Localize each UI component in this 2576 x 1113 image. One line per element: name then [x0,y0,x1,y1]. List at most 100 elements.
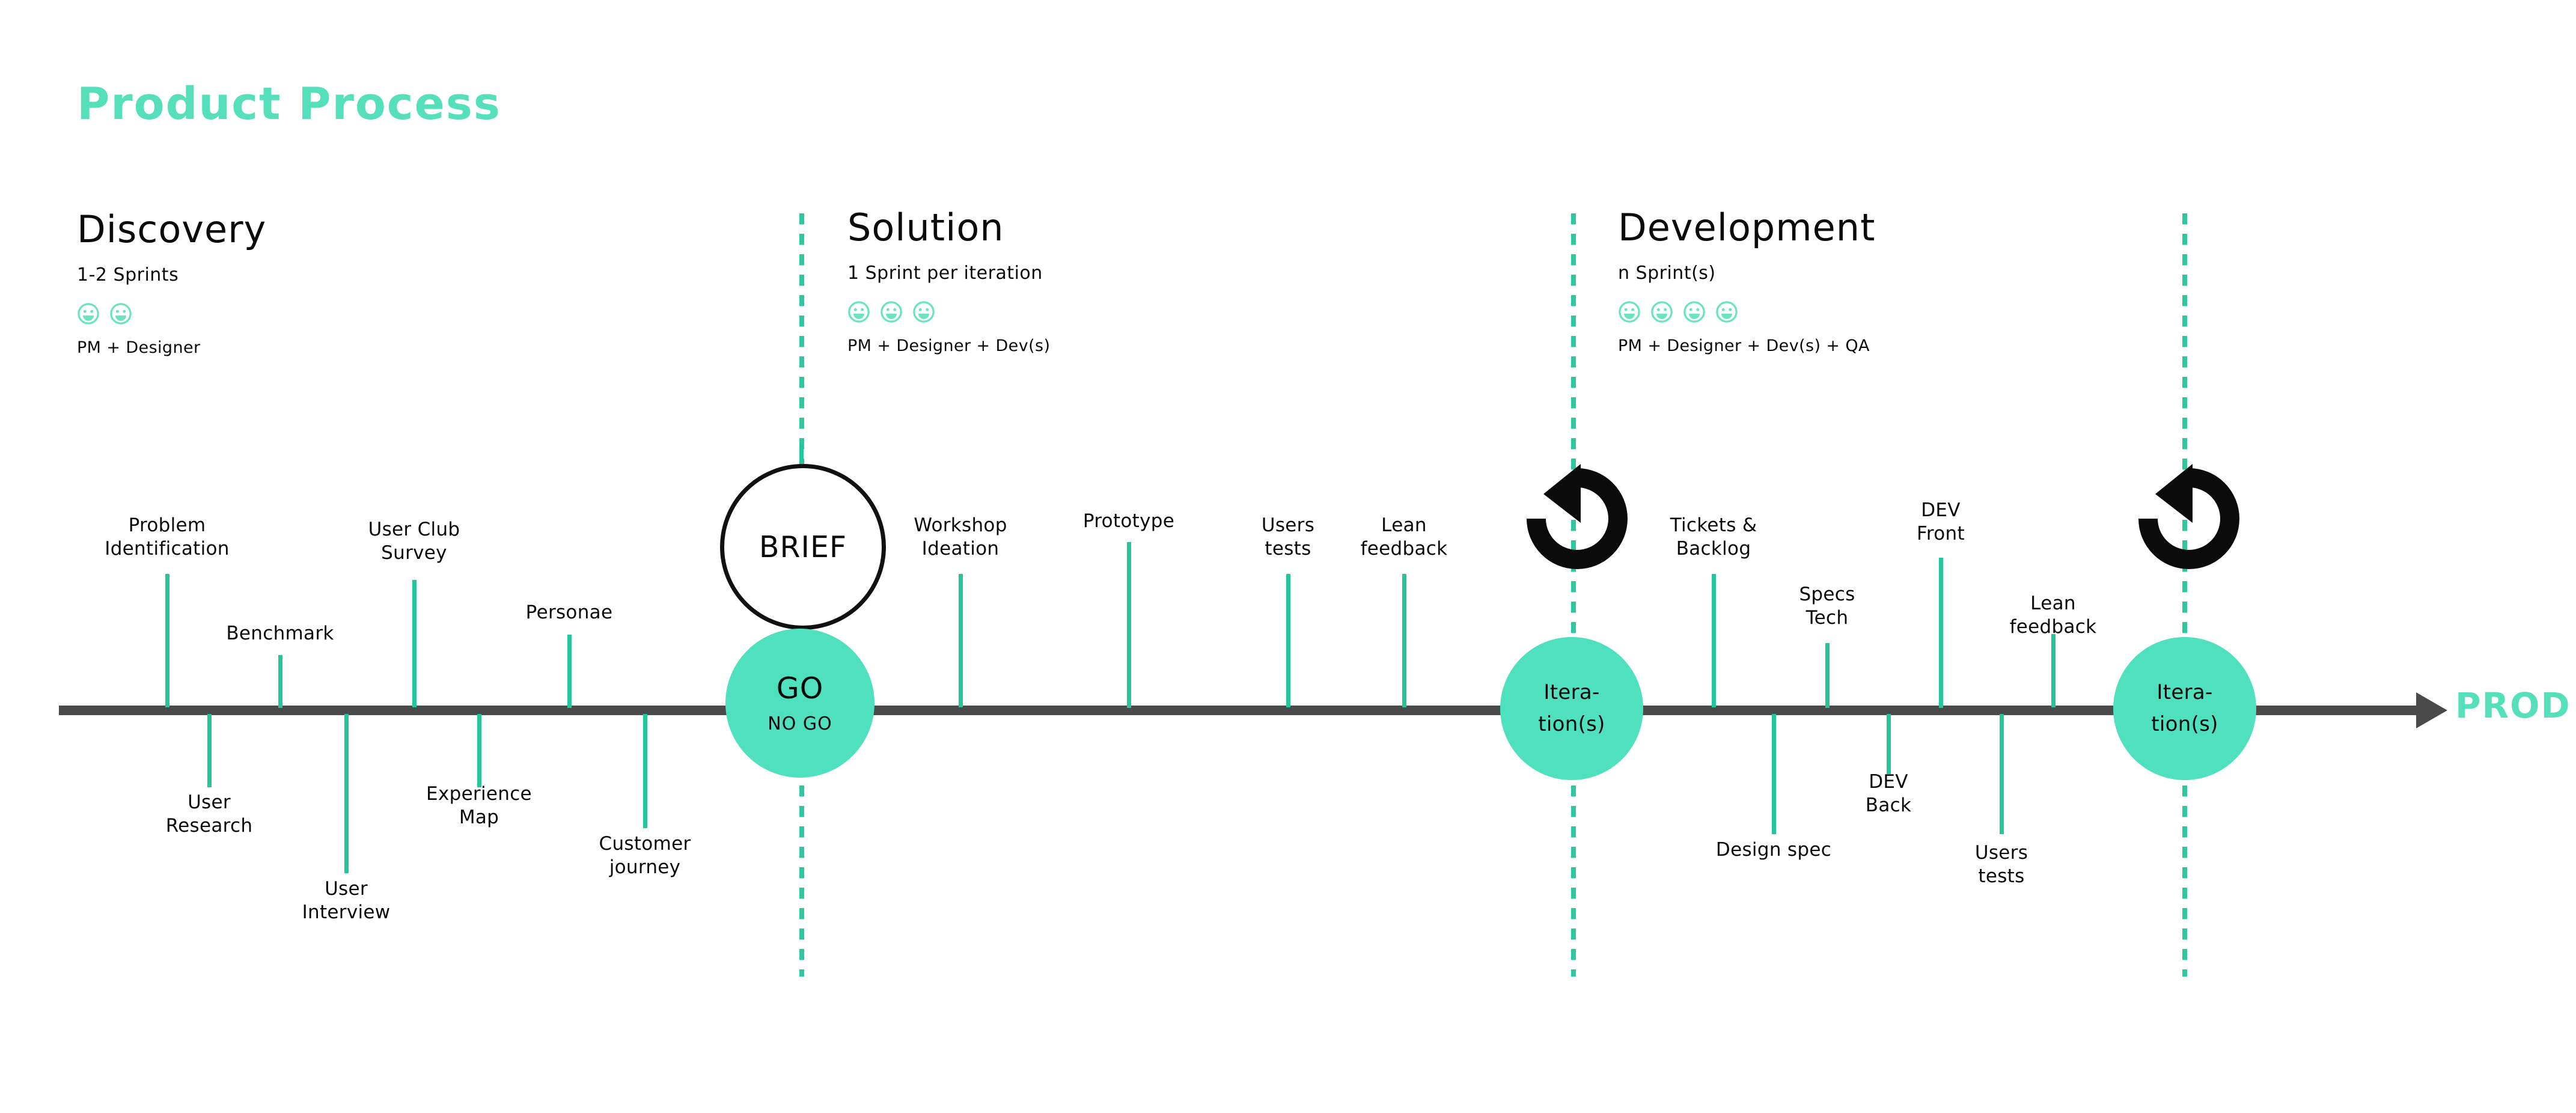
milestone-tick [959,574,963,707]
label-line: tion(s) [2151,712,2218,736]
brief-connector [799,445,804,464]
milestone-tick [1825,643,1830,708]
phase-separator-development [1571,213,1576,977]
smiley-icon [1619,301,1640,323]
milestone-tick [567,635,572,708]
iteration-loop-icon [1527,464,1628,569]
label-line: Survey [381,541,447,564]
page-title: Product Process [77,78,501,130]
milestone-tick [1772,714,1776,834]
phase-discovery: Discovery 1-2 Sprints PM + Designer [77,207,266,357]
label-line: Workshop [914,514,1007,536]
label-line: Backlog [1676,537,1751,560]
label-line: Prototype [1082,510,1175,532]
milestone-label-lean-feedback: Lean feedback [1361,514,1448,561]
label-line: Lean [1381,514,1427,536]
label-line: Tickets & [1670,514,1757,536]
phase-team-icons [847,300,1050,323]
label-line: Back [1865,794,1912,816]
label-line: Front [1917,522,1965,544]
milestone-label-personae: Personae [526,601,613,624]
milestone-tick [412,580,417,707]
label-line: User Club [368,519,460,540]
milestone-tick [207,714,212,787]
milestone-tick [165,574,169,707]
milestone-label-benchmark: Benchmark [226,622,334,645]
label-line: tests [1265,537,1311,560]
phase-team-label: PM + Designer + Dev(s) + QA [1618,337,1870,355]
milestone-tick [1887,714,1891,774]
label-line: Customer [599,833,691,855]
label-line: tion(s) [1538,712,1605,736]
milestone-tick [1712,574,1716,707]
milestone-tick [2000,714,2004,834]
node-iteration-label: Itera- tion(s) [1538,677,1605,740]
product-process-diagram: Product Process Discovery 1-2 Sprints PM… [0,0,2576,1113]
smiley-icon [848,301,870,323]
smiley-icon [110,303,132,325]
node-iteration-label: Itera- tion(s) [2151,677,2218,740]
phase-duration: 1 Sprint per iteration [847,263,1043,284]
phase-development: Development n Sprint(s) PM + Designer + … [1618,206,1875,355]
label-line: Itera- [1543,680,1600,705]
label-line: Lean [2030,593,2076,614]
milestone-label-experience-map: Experience Map [426,782,532,829]
prod-label: PROD [2455,685,2571,726]
milestone-label-problem-identification: Problem Identification [105,514,229,561]
node-brief-label: BRIEF [758,529,847,564]
milestone-tick [278,655,282,708]
phase-team-label: PM + Designer + Dev(s) [847,337,1051,355]
milestone-label-user-interview: User Interview [302,877,391,924]
label-line: DEV [1869,771,1908,793]
milestone-label-workshop-ideation: Workshop Ideation [914,514,1007,561]
node-no-go-label: NO GO [768,713,832,734]
milestone-label-prototype: Prototype [1083,510,1174,533]
label-line: User [188,791,231,813]
smiley-icon [881,301,902,323]
label-line: User [325,878,368,900]
label-line: Map [459,806,499,828]
timeline-arrow-head [2416,692,2447,728]
iteration-loop-icon [2138,464,2239,569]
label-line: Specs [1799,584,1855,605]
label-line: Users [1261,514,1315,536]
node-brief[interactable]: BRIEF [720,464,886,630]
label-line: DEV [1921,499,1961,521]
smiley-icon [1683,301,1705,323]
label-line: Design spec [1715,839,1832,861]
phase-team-icons [77,302,266,325]
milestone-tick [477,714,481,787]
label-line: tests [1978,865,2025,887]
milestone-tick [1402,574,1406,707]
milestone-label-user-club-survey: User Club Survey [368,518,460,565]
milestone-label-users-tests: Users tests [1262,514,1314,561]
label-line: Benchmark [226,623,334,644]
phase-team-icons [1618,300,1875,323]
label-line: Ideation [921,537,1000,560]
milestone-tick [1939,558,1943,708]
node-iteration-2[interactable]: Itera- tion(s) [2113,637,2256,780]
smiley-icon [913,301,935,323]
node-go-no-go[interactable]: GO NO GO [725,629,874,778]
milestone-label-lean-feedback: Lean feedback [2010,592,2097,639]
milestone-label-user-research: User Research [166,791,253,838]
milestone-label-dev-back: DEV Back [1866,770,1911,817]
milestone-label-customer-journey: Customer journey [599,832,691,879]
milestone-tick [1286,574,1290,707]
phase-title: Discovery [77,207,267,251]
milestone-label-users-tests: Users tests [1975,841,2028,888]
phase-duration: n Sprint(s) [1618,263,1716,284]
milestone-label-dev-front: DEV Front [1917,499,1965,546]
milestone-tick [1127,542,1131,708]
smiley-icon [1716,301,1738,323]
phase-separator-iteration-2 [2182,213,2187,977]
smiley-icon [1651,301,1673,323]
label-line: Experience [426,783,532,805]
label-line: Research [165,814,253,837]
smiley-icon [78,303,99,325]
phase-solution: Solution 1 Sprint per iteration PM + Des… [847,206,1050,355]
phase-title: Development [1618,206,1876,249]
node-iteration-1[interactable]: Itera- tion(s) [1500,637,1643,780]
label-line: Problem [128,514,206,536]
milestone-label-tickets-backlog: Tickets & Backlog [1670,514,1757,561]
